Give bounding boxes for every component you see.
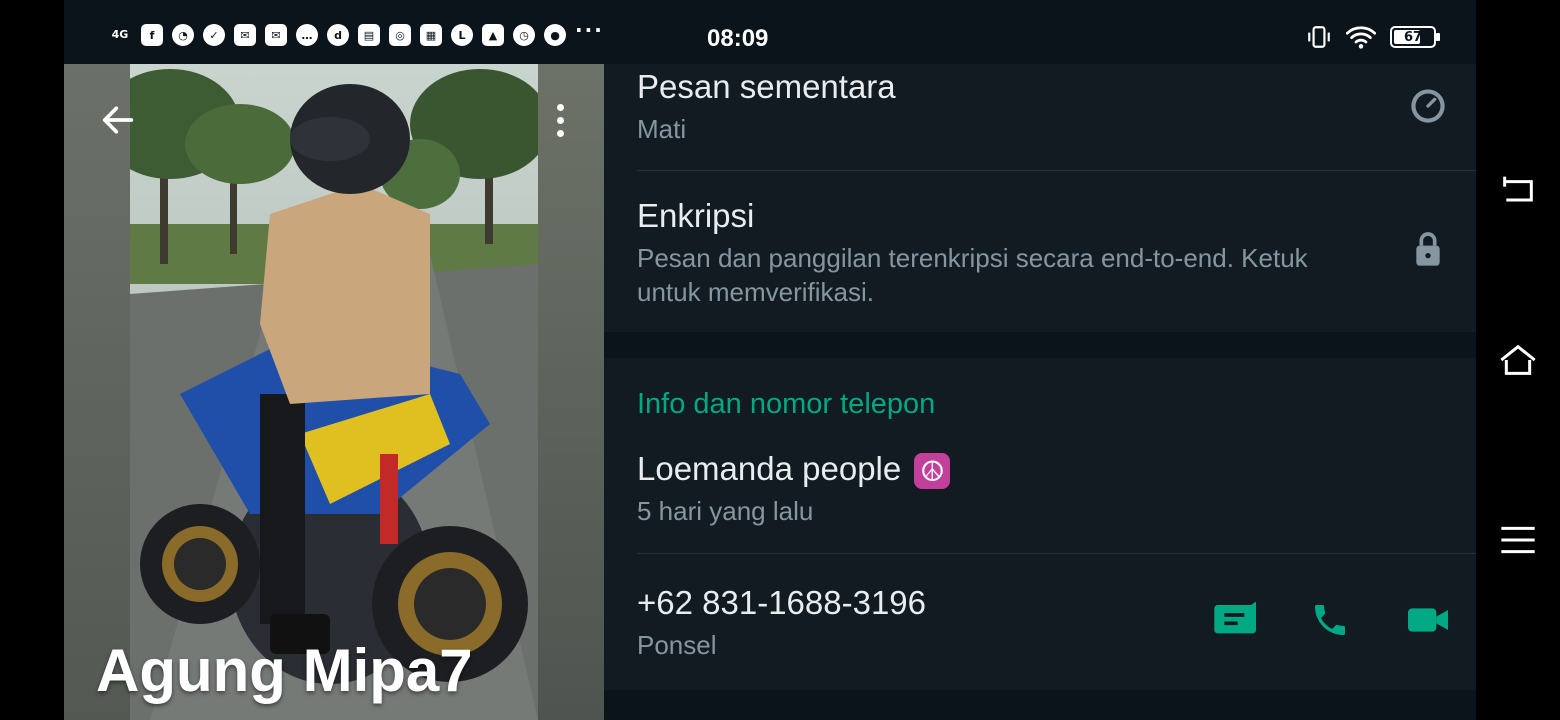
- more-notifications-icon: ···: [575, 18, 604, 42]
- contact-details-panel: Pesan sementara Mati Enkripsi Pesan dan …: [604, 64, 1476, 720]
- overflow-menu-icon[interactable]: [546, 104, 574, 140]
- instagram-icon: ◎: [389, 24, 411, 46]
- video-call-icon[interactable]: [1406, 600, 1450, 640]
- whatsapp-contact-info-screen: 4G f ◔ ✓ ✉ ✉ … d ▤ ◎ ▦ L ▲ ◷ ● ··· 08:09…: [64, 0, 1476, 720]
- network-indicator: 4G: [111, 28, 129, 41]
- wifi-icon: [1346, 26, 1376, 49]
- encryption-description: Pesan dan panggilan terenkripsi secara e…: [637, 243, 1308, 307]
- nav-home-icon[interactable]: [1498, 340, 1538, 380]
- nav-menu-icon[interactable]: [1498, 520, 1538, 560]
- phone-call-icon[interactable]: [1310, 600, 1350, 640]
- encryption-title: Enkripsi: [637, 197, 755, 234]
- mail-alt-icon: ✉: [265, 24, 287, 46]
- profile-photo[interactable]: Agung Mipa7: [64, 64, 604, 720]
- message-icon[interactable]: [1212, 600, 1260, 640]
- section-gap: [604, 690, 1476, 720]
- mail-icon: ✉: [234, 24, 256, 46]
- about-date: 5 hari yang lalu: [637, 496, 814, 526]
- contact-name: Agung Mipa7: [96, 637, 473, 704]
- timer-icon: [1411, 89, 1445, 123]
- notification-icons: 4G f ◔ ✓ ✉ ✉ … d ▤ ◎ ▦ L ▲ ◷ ● ···: [108, 18, 604, 46]
- laz-icon: L: [451, 24, 473, 46]
- battery-level: 67: [1403, 29, 1423, 45]
- status-right-icons: 67: [1306, 24, 1440, 50]
- gallery-icon: ▲: [482, 24, 504, 46]
- d-app-icon: d: [327, 24, 349, 46]
- status-bar: 4G f ◔ ✓ ✉ ✉ … d ▤ ◎ ▦ L ▲ ◷ ● ··· 08:09…: [64, 0, 1476, 64]
- chat-icon: …: [296, 24, 318, 46]
- disappearing-messages-title: Pesan sementara: [637, 68, 896, 105]
- check-icon: ✓: [203, 24, 225, 46]
- phone-number: +62 831-1688-3196: [637, 584, 927, 621]
- peace-emoji-icon: ☮: [914, 453, 951, 490]
- news-icon: ▤: [358, 24, 380, 46]
- about-text-line: Loemanda people ☮: [637, 450, 951, 490]
- vibrate-icon: [1308, 26, 1330, 48]
- phone-type: Ponsel: [637, 630, 717, 660]
- nav-back-icon[interactable]: [1498, 170, 1538, 210]
- speedometer-icon: ◔: [172, 24, 194, 46]
- info-section-header: Info dan nomor telepon: [637, 388, 936, 420]
- phone-row[interactable]: +62 831-1688-3196 Ponsel: [604, 554, 1476, 688]
- status-clock: 08:09: [707, 25, 769, 52]
- encryption-row[interactable]: Enkripsi Pesan dan panggilan terenkripsi…: [604, 171, 1476, 331]
- alarm-icon: ◷: [513, 24, 535, 46]
- section-gap: [604, 332, 1476, 358]
- mic-icon: ●: [544, 24, 566, 46]
- lock-icon: [1416, 232, 1440, 266]
- facebook-icon: f: [141, 24, 163, 46]
- disappearing-messages-status: Mati: [637, 114, 687, 144]
- disappearing-messages-row[interactable]: Pesan sementara Mati: [604, 64, 1476, 170]
- system-nav-bar: [1476, 0, 1560, 720]
- battery-icon: 67: [1390, 26, 1440, 48]
- back-arrow-icon[interactable]: [98, 100, 138, 140]
- about-row[interactable]: Loemanda people ☮ 5 hari yang lalu: [604, 442, 1476, 552]
- about-text: Loemanda people: [637, 450, 902, 487]
- profile-photo-image: [130, 64, 538, 720]
- card-icon: ▦: [420, 24, 442, 46]
